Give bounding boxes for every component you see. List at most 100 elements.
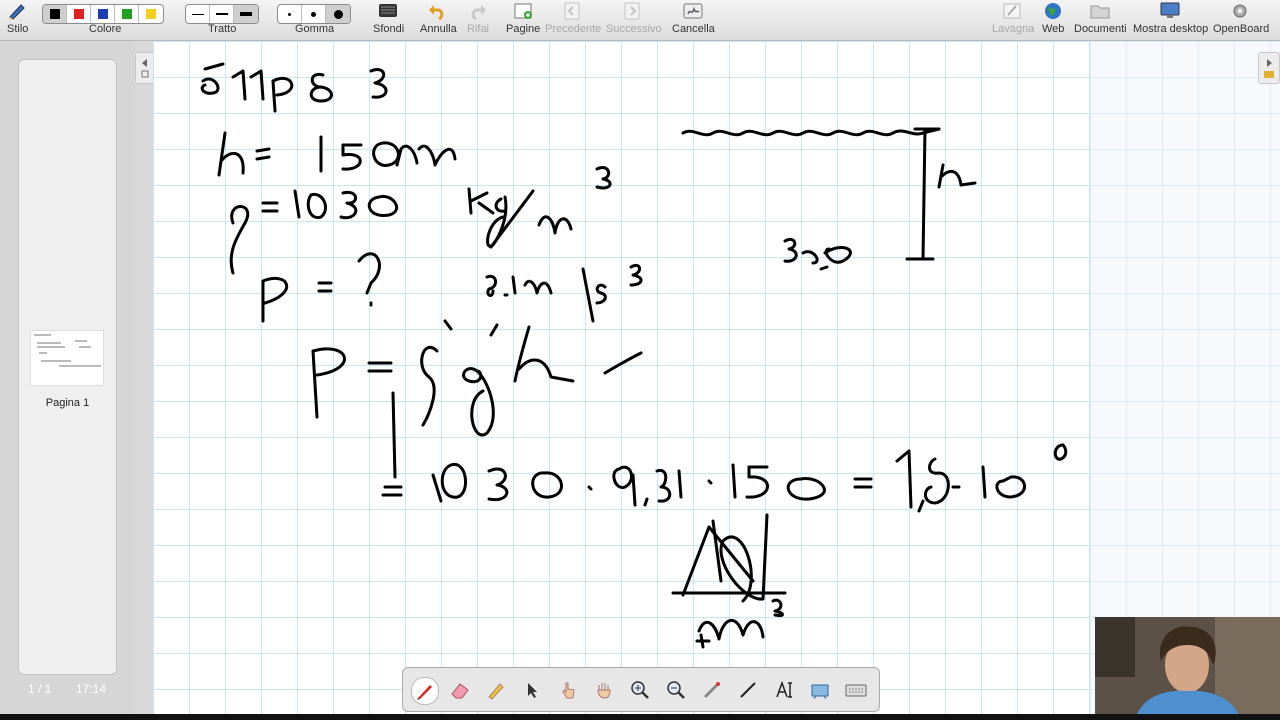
keyboard-tool[interactable]	[843, 677, 869, 703]
keyboard-icon	[845, 684, 867, 697]
ink-eq3	[317, 281, 333, 293]
arrow-cursor-icon	[528, 683, 537, 698]
eraser-icon	[451, 683, 469, 699]
web-button[interactable]: Web	[1040, 0, 1066, 40]
previous-page-icon	[564, 2, 580, 20]
ink-tail	[603, 351, 643, 375]
ink-eq2	[261, 201, 279, 213]
web-label: Web	[1042, 23, 1065, 35]
eraser-small[interactable]	[278, 5, 302, 23]
collapse-thumbnails-button[interactable]	[135, 52, 155, 84]
color-yellow[interactable]	[139, 5, 163, 23]
successivo-button[interactable]: Successivo	[605, 0, 662, 40]
rifai-button[interactable]: Rifai	[465, 0, 491, 40]
ink-eq1	[255, 147, 271, 161]
documenti-label: Documenti	[1074, 23, 1127, 35]
gear-icon	[1233, 4, 1247, 18]
marker-icon	[488, 683, 504, 700]
ink-eq4	[367, 361, 393, 373]
pen-tool[interactable]	[411, 677, 439, 705]
eraser-tool[interactable]	[447, 677, 473, 703]
sfondi-label: Sfondi	[373, 23, 405, 35]
marker-tool[interactable]	[483, 677, 509, 703]
zoom-out-icon	[667, 681, 685, 699]
color-blue[interactable]	[91, 5, 115, 23]
ink-150m	[319, 135, 457, 173]
mostra-desktop-label: Mostra desktop	[1133, 23, 1209, 35]
clear-page-icon	[683, 3, 703, 19]
next-page-icon	[624, 2, 640, 20]
ink-1030	[293, 189, 399, 220]
pagine-button[interactable]: Pagine	[505, 0, 541, 40]
pen-icon	[417, 685, 432, 700]
color-red[interactable]	[67, 5, 91, 23]
gomma-group: Gomma	[277, 0, 353, 40]
clock: 17:14	[76, 682, 107, 696]
background-icon	[379, 4, 397, 17]
stilo-button[interactable]: Stilo	[4, 0, 30, 40]
sfondi-button[interactable]: Sfondi	[372, 0, 406, 40]
redo-icon	[471, 5, 486, 20]
chevron-right-icon	[1264, 59, 1274, 78]
lavagna-label: Lavagna	[992, 23, 1035, 35]
laser-pointer-tool[interactable]	[699, 677, 725, 703]
annulla-button[interactable]: Annulla	[419, 0, 457, 40]
text-icon	[776, 680, 792, 698]
undo-icon	[429, 5, 444, 20]
ink-g2	[462, 323, 499, 437]
zoom-in-icon	[631, 681, 649, 699]
hand-tool[interactable]	[591, 677, 617, 703]
ink-calc	[431, 463, 826, 507]
ink-kg	[467, 187, 508, 248]
ink-h	[217, 131, 245, 177]
taskbar-edge	[0, 714, 1280, 720]
folder-icon	[1090, 5, 1110, 19]
stroke-thin[interactable]	[186, 5, 210, 23]
interact-tool[interactable]	[555, 677, 581, 703]
lavagna-button[interactable]: Lavagna	[990, 0, 1034, 40]
handwriting-ink	[200, 62, 1068, 649]
stilo-label: Stilo	[7, 23, 29, 35]
rifai-label: Rifai	[467, 23, 490, 35]
text-tool[interactable]	[771, 677, 797, 703]
documenti-button[interactable]: Documenti	[1073, 0, 1127, 40]
collapse-library-button[interactable]	[1258, 52, 1280, 84]
ink-h2	[513, 325, 575, 383]
mostra-desktop-button[interactable]: Mostra desktop	[1132, 0, 1208, 40]
stroke-thick[interactable]	[234, 5, 258, 23]
capture-tool[interactable]	[807, 677, 833, 703]
ink-question	[357, 252, 381, 307]
page-thumbnail[interactable]	[30, 330, 104, 386]
add-page-icon	[514, 3, 532, 19]
zoom-out-tool[interactable]	[663, 677, 689, 703]
ink-300	[783, 237, 852, 271]
color-black[interactable]	[43, 5, 67, 23]
ink-height-line	[905, 127, 941, 261]
zoom-in-tool[interactable]	[627, 677, 653, 703]
page-counter: 1 / 1	[28, 682, 52, 696]
tratto-label: Tratto	[208, 23, 237, 35]
ink-rho	[229, 205, 249, 275]
page-thumbnail-preview	[34, 334, 101, 367]
cancella-button[interactable]: Cancella	[671, 0, 715, 40]
color-picker	[42, 4, 164, 24]
stroke-medium[interactable]	[210, 5, 234, 23]
hand-icon	[597, 683, 611, 699]
openboard-menu[interactable]: OpenBoard	[1212, 0, 1278, 40]
ink-scribble	[681, 513, 769, 603]
ink-eq5	[381, 485, 403, 497]
ink-vline	[391, 391, 397, 479]
precedente-label: Precedente	[545, 23, 602, 35]
ink-P	[261, 276, 288, 323]
color-green[interactable]	[115, 5, 139, 23]
selector-tool[interactable]	[519, 677, 545, 703]
line-tool[interactable]	[735, 677, 761, 703]
main-toolbar: Stilo Colore Tratto Gomma Sfondi Annulla…	[0, 0, 1280, 41]
pointing-hand-icon	[562, 682, 575, 699]
eraser-medium[interactable]	[302, 5, 326, 23]
gomma-label: Gomma	[295, 23, 335, 35]
precedente-button[interactable]: Precedente	[544, 0, 602, 40]
ink-title	[200, 62, 388, 113]
eraser-large[interactable]	[326, 5, 350, 23]
ink-surface	[681, 127, 941, 137]
